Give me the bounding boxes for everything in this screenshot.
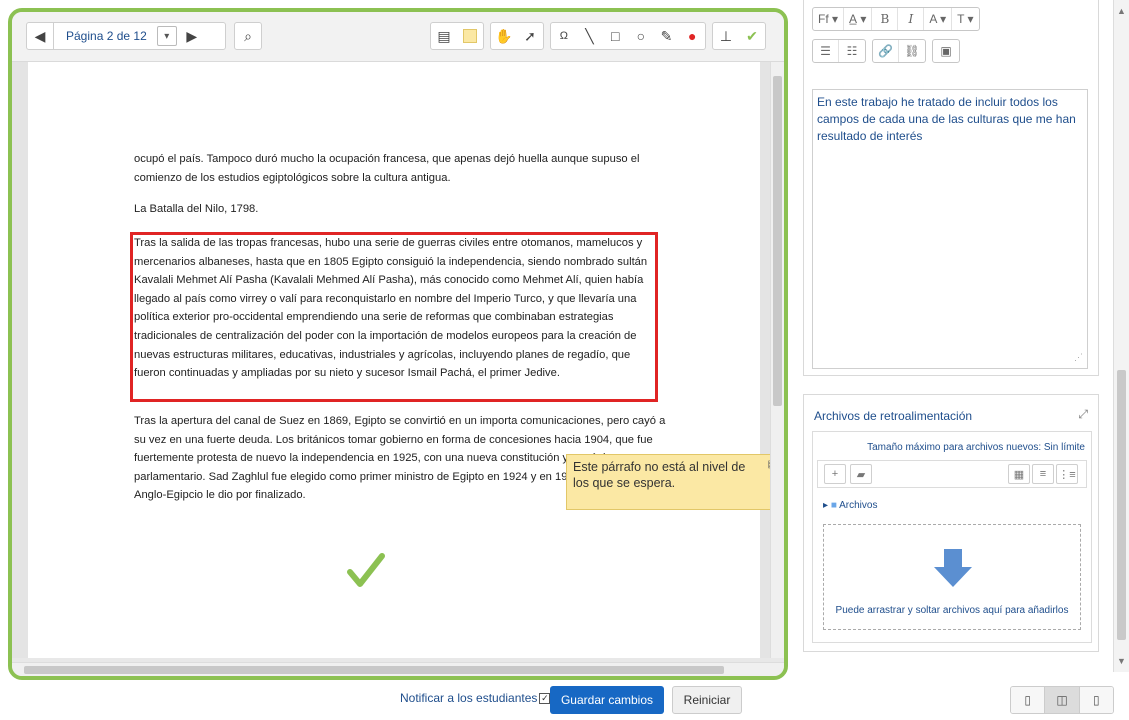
search-page-icon[interactable]: ⌕ [235,23,261,49]
document-vertical-scrollbar[interactable] [770,62,784,658]
font-size-button[interactable]: A̲ ▾ [844,8,873,30]
expand-icon[interactable]: ⤢ [1078,407,1088,422]
editor-link-group: 🔗 ⛓ [872,39,926,63]
feedback-files-panel: Archivos de retroalimentación ⤢ Tamaño m… [803,394,1099,652]
bold-button[interactable]: B [872,8,899,30]
text-style-button[interactable]: T ▾ [952,8,978,30]
create-folder-icon[interactable]: ▰ [850,464,872,484]
pointer-tools: ✋ ➚ [490,22,544,50]
folder-expand-icon[interactable]: ▸ [823,500,828,511]
document-page: ocupó el país. Tampoco duró mucho la ocu… [28,62,782,658]
feedback-text-area[interactable]: En este trabajo he tratado de incluir to… [812,89,1088,369]
notify-checkbox[interactable]: ✓ [539,692,551,704]
page-label: Página 2 de 12 [66,29,147,43]
paragraph-1: ocupó el país. Tampoco duró mucho la ocu… [134,153,640,184]
layout-switcher: ▯ ◫ ▯ [1010,686,1114,714]
comment-tools: ▤ [430,22,484,50]
line-tool-icon[interactable]: ╲ [577,23,603,49]
annotation-viewer: ◀ Página 2 de 12 ▾ ▶ ⌕ ▤ ✋ ➚ Ω ╲ □ ○ ✎ ●… [8,8,788,680]
tree-view-icon[interactable]: ⋮≡ [1056,464,1078,484]
feedback-editor-panel: Ff ▾ A̲ ▾ B I A ▾ T ▾ ☰ ☷ 🔗 ⛓ ▣ En este … [803,0,1099,376]
grid-view-icon[interactable]: ▦ [1008,464,1030,484]
feedback-text: En este trabajo he tratado de incluir to… [817,95,1076,143]
right-panel-scrollbar[interactable]: ▲ ▼ [1113,0,1129,672]
layout-left-icon[interactable]: ▯ [1011,687,1046,713]
max-size-label: Tamaño máximo para archivos nuevos: Sin … [867,442,1085,453]
search-group: ⌕ [234,22,262,50]
viewer-toolbar: ◀ Página 2 de 12 ▾ ▶ ⌕ ▤ ✋ ➚ Ω ╲ □ ○ ✎ ●… [12,12,784,62]
file-manager-toolbar: + ▰ ▦ ≡ ⋮≡ [817,460,1087,488]
list-view-icon[interactable]: ≡ [1032,464,1054,484]
check-stamp-icon[interactable]: ✔ [739,23,765,49]
download-arrow-icon [934,549,972,587]
image-icon[interactable]: ▣ [933,40,959,62]
layout-right-icon[interactable]: ▯ [1079,687,1113,713]
paragraph-3: Tras la salida de las tropas francesas, … [134,237,648,380]
italic-button[interactable]: I [898,8,925,30]
page-navigation: ◀ Página 2 de 12 ▾ ▶ [26,22,226,50]
layout-split-icon[interactable]: ◫ [1045,687,1080,713]
files-panel-title: Archivos de retroalimentación [814,409,973,423]
oval-tool-icon[interactable]: ○ [628,23,654,49]
font-color-button[interactable]: A ▾ [924,8,953,30]
rectangle-tool-icon[interactable]: □ [602,23,628,49]
stamp-text-icon[interactable]: Ω [551,23,577,49]
footer-bar: Notificar a los estudiantes ✓ Guardar ca… [0,684,1129,720]
resize-grip-icon[interactable]: ⋰ [1074,349,1083,366]
folder-label: Archivos [839,500,878,511]
file-manager: Tamaño máximo para archivos nuevos: Sin … [812,431,1092,643]
numbered-list-icon[interactable]: ☷ [839,40,865,62]
page-select[interactable]: ▾ [156,26,177,46]
add-file-icon[interactable]: + [824,464,846,484]
font-family-button[interactable]: Ff ▾ [813,8,845,30]
color-picker-icon[interactable] [457,23,483,49]
comment-tool-icon[interactable]: ▤ [431,23,457,49]
save-changes-button[interactable]: Guardar cambios [550,686,664,714]
editor-format-group: Ff ▾ A̲ ▾ B I A ▾ T ▾ [812,7,980,31]
highlight-color-icon[interactable]: ● [679,23,705,49]
pan-hand-icon[interactable]: ✋ [491,23,517,49]
editor-toolbar: Ff ▾ A̲ ▾ B I A ▾ T ▾ ☰ ☷ 🔗 ⛓ ▣ [812,7,1088,71]
dropzone-text: Puede arrastrar y soltar archivos aquí p… [835,605,1069,616]
pen-tool-icon[interactable]: ✎ [654,23,680,49]
notify-label: Notificar a los estudiantes [400,691,538,705]
editor-media-group: ▣ [932,39,960,63]
stamp-tool-icon[interactable]: ⊥ [713,23,739,49]
check-mark-annotation-icon[interactable] [346,550,386,590]
reset-button[interactable]: Reiniciar [672,686,742,714]
comment-annotation[interactable]: Este párrafo no está al nivel de los que… [566,454,782,510]
document-area: ocupó el país. Tampoco duró mucho la ocu… [12,62,782,658]
bullet-list-icon[interactable]: ☰ [813,40,839,62]
folder-tree-item[interactable]: ▸ ■ Archivos [823,500,877,511]
link-icon[interactable]: 🔗 [873,40,899,62]
prev-page-button[interactable]: ◀ [27,23,53,49]
next-page-button[interactable]: ▶ [179,23,205,49]
folder-icon: ■ [830,500,837,511]
file-dropzone[interactable]: Puede arrastrar y soltar archivos aquí p… [823,524,1081,630]
document-horizontal-scrollbar[interactable] [12,662,784,676]
comment-text: Este párrafo no está al nivel de los que… [573,460,746,490]
unlink-icon[interactable]: ⛓ [899,40,925,62]
paragraph-2: La Batalla del Nilo, 1798. [134,203,259,215]
stamp-tools: ⊥ ✔ [712,22,766,50]
notify-students-option[interactable]: Notificar a los estudiantes ✓ [400,691,551,705]
select-arrow-icon[interactable]: ➚ [517,23,543,49]
editor-list-group: ☰ ☷ [812,39,866,63]
drawing-tools: Ω ╲ □ ○ ✎ ● [550,22,706,50]
